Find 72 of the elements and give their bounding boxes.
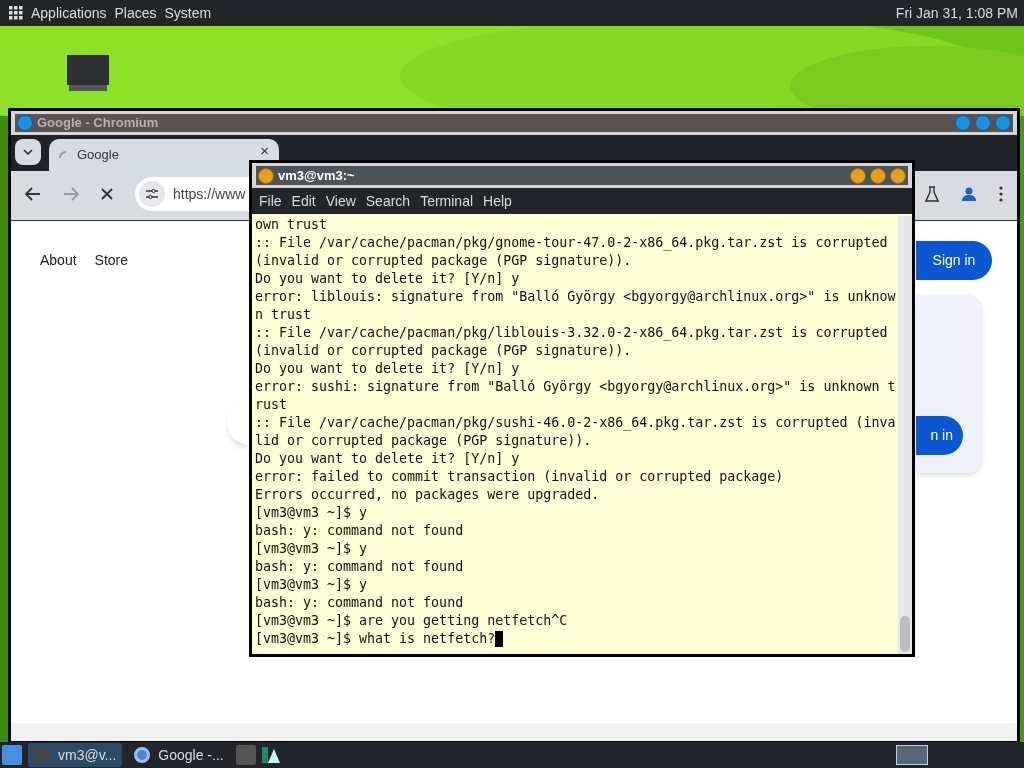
tab-title: Google: [77, 146, 119, 165]
terminal-line: [vm3@vm3 ~]$ y: [255, 504, 368, 522]
window-menu-icon[interactable]: [258, 167, 274, 184]
terminal-line: bash: y: command not found: [255, 594, 464, 612]
menu-item[interactable]: View: [325, 190, 356, 212]
terminal-line: lid or corrupted package (PGP signature)).: [255, 432, 592, 450]
loading-spinner-icon: [59, 151, 67, 159]
back-arrow-icon[interactable]: [25, 187, 41, 201]
panel-menu[interactable]: Places: [114, 2, 157, 24]
nav-link[interactable]: About: [40, 250, 77, 271]
menu-item[interactable]: Edit: [291, 190, 316, 212]
terminal-line: (invalid or corrupted package (PGP signature)).: [255, 252, 632, 270]
browser-icon: [134, 747, 151, 763]
terminal-line: [vm3@vm3 ~]$ y: [255, 576, 368, 594]
terminal-line: bash: y: command not found: [255, 522, 464, 540]
minimize-icon[interactable]: [955, 115, 971, 131]
terminal-line: (invalid or corrupted package (PGP signature)).: [255, 342, 632, 360]
stop-icon[interactable]: [101, 188, 113, 200]
terminal-line: bash: y: command not found: [255, 558, 464, 576]
terminal-line: Errors occurred, no packages were upgraded.: [255, 486, 600, 504]
menu-item[interactable]: Help: [483, 190, 512, 212]
panel-menu[interactable]: Applications: [31, 2, 107, 24]
terminal-line: own trust: [255, 216, 328, 234]
terminal-line: :: File /var/cache/pacman/pkg/sushi-46.0-2-x86_64.pkg.tar.zst is corrupted (inva: [255, 414, 896, 432]
nav-link[interactable]: Store: [94, 250, 129, 271]
workspace-switcher[interactable]: [896, 745, 928, 765]
terminal-line: Do you want to delete it? [Y/n] y: [255, 270, 520, 288]
menu-item[interactable]: Terminal: [420, 190, 474, 212]
taskbar-button[interactable]: vm3@v...: [28, 743, 123, 767]
terminal-line: error: failed to commit transaction (invalid or corrupted package): [255, 468, 784, 486]
panel-menu[interactable]: System: [164, 2, 212, 24]
text-cursor: [495, 631, 504, 647]
panel-clock[interactable]: Fri Jan 31, 1:08 PM: [895, 2, 1018, 24]
terminal-launcher-icon[interactable]: [235, 745, 256, 765]
menu-item[interactable]: File: [259, 190, 282, 212]
terminal-line: :: File /var/cache/pacman/pkg/gnome-tour-47.0-2-x86_64.pkg.tar.zst is corrupted: [255, 234, 888, 252]
chevron-down-icon: [23, 149, 33, 155]
close-icon[interactable]: [890, 167, 906, 184]
site-settings-icon[interactable]: [139, 181, 165, 207]
url-text: https://www: [173, 184, 246, 204]
terminal-line: rust: [255, 396, 288, 414]
close-icon[interactable]: [995, 115, 1011, 131]
card-sign-in-button[interactable]: n in: [916, 416, 963, 455]
minimize-icon[interactable]: [850, 167, 866, 184]
terminal-line: error: sushi: signature from "Balló György <bgyorgy@archlinux.org>" is unknown t: [255, 378, 896, 396]
terminal-line: [vm3@vm3 ~]$ are you getting netfetch^C: [255, 612, 568, 630]
maximize-icon[interactable]: [870, 167, 886, 184]
terminal-line: [vm3@vm3 ~]$ y: [255, 540, 368, 558]
taskbar-button[interactable]: Google -...: [128, 743, 230, 767]
terminal-line: error: liblouis: signature from "Balló György <bgyorgy@archlinux.org>" is unknow: [255, 288, 896, 306]
drawing-app-icon[interactable]: [261, 745, 282, 765]
browser-tab[interactable]: Google ×: [49, 139, 279, 171]
terminal-line: Do you want to delete it? [Y/n] y: [255, 360, 520, 378]
sign-in-button[interactable]: Sign in: [916, 241, 992, 280]
window-title: vm3@vm3:~: [278, 166, 355, 185]
more-menu-icon[interactable]: [999, 186, 1003, 202]
flask-icon[interactable]: [925, 186, 939, 202]
computer-icon[interactable]: [67, 55, 109, 93]
terminal-line: [vm3@vm3 ~]$ what is netfetch?: [255, 630, 496, 648]
terminal-line: :: File /var/cache/pacman/pkg/liblouis-3.32.0-2-x86_64.pkg.tar.zst is corrupted: [255, 324, 888, 342]
profile-icon[interactable]: [961, 186, 977, 202]
terminal-line: n trust: [255, 306, 312, 324]
terminal-line: Do you want to delete it? [Y/n] y: [255, 450, 520, 468]
apps-grid-icon[interactable]: [9, 6, 23, 20]
tab-list-button[interactable]: [15, 139, 41, 165]
tab-close-button[interactable]: ×: [260, 145, 269, 157]
window-title: Google - Chromium: [37, 114, 159, 133]
menu-item[interactable]: Search: [365, 190, 411, 212]
window-menu-icon[interactable]: [17, 115, 33, 131]
forward-arrow-icon[interactable]: [63, 187, 79, 201]
terminal-icon: [34, 748, 50, 762]
maximize-icon[interactable]: [975, 115, 991, 131]
